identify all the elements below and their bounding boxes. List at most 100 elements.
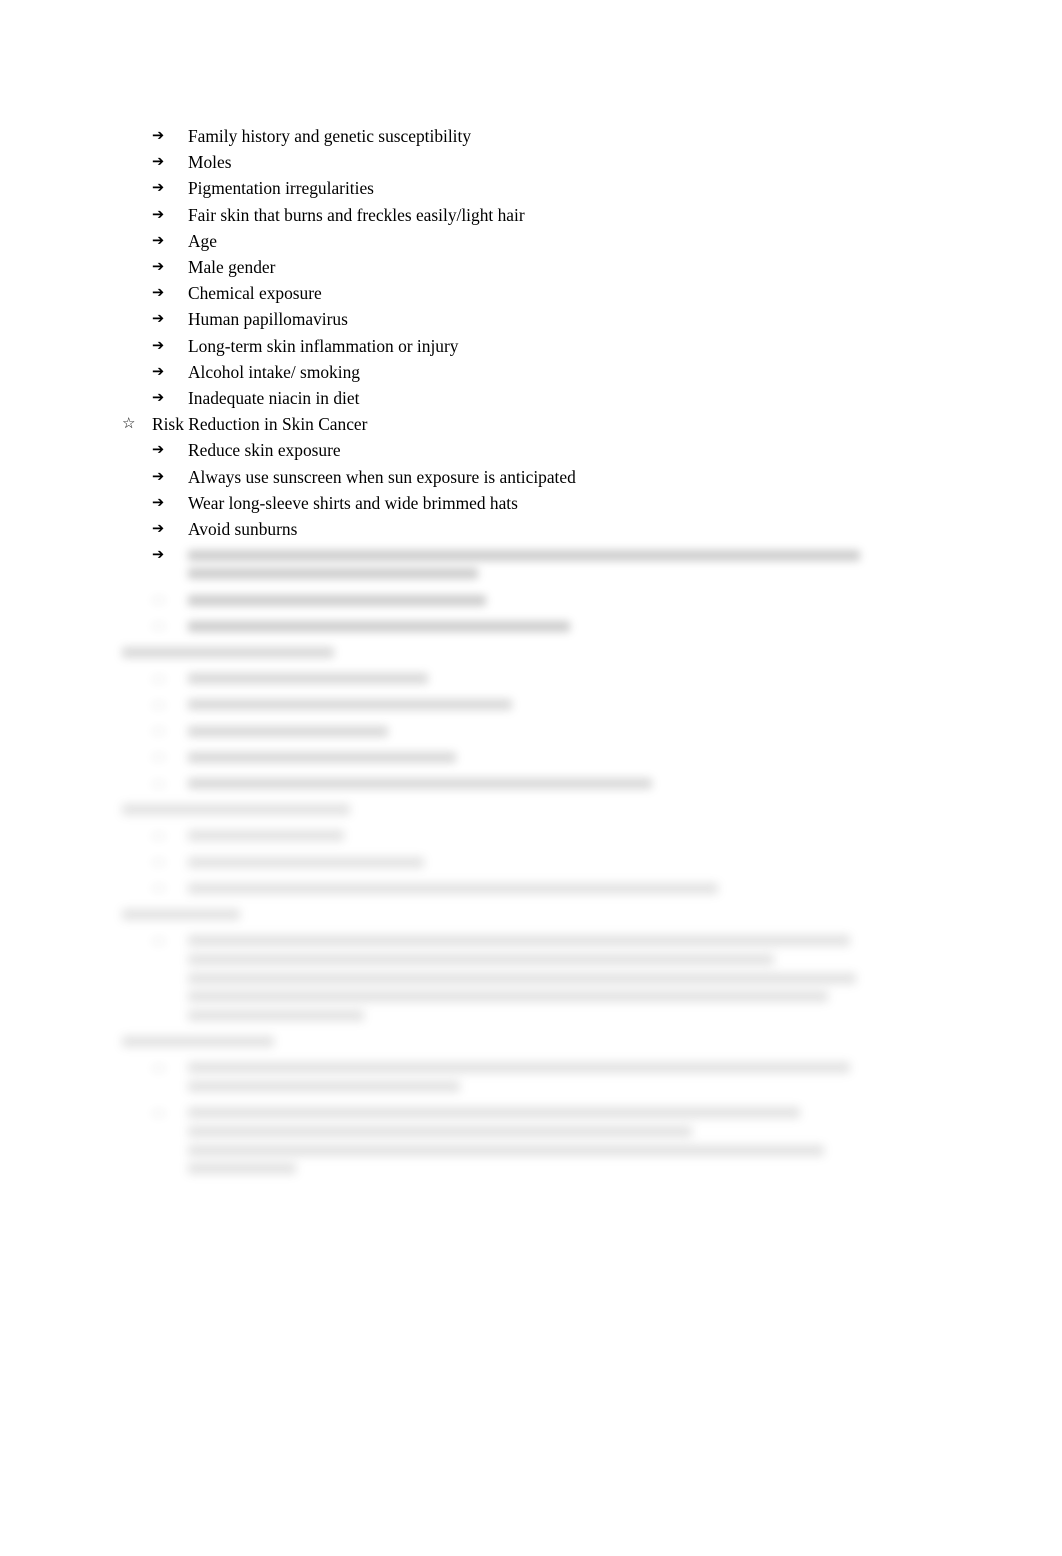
- redacted-text: [122, 804, 1062, 816]
- redacted-line: [188, 991, 828, 1003]
- redacted-text: [122, 647, 1062, 659]
- list-item: ➔ Fair skin that burns and freckles easi…: [0, 202, 1062, 228]
- redacted-line: [188, 673, 428, 685]
- risk-reduction-list: ➔ Reduce skin exposure ➔ Always use suns…: [0, 437, 1062, 542]
- redacted-line: [188, 1081, 460, 1093]
- list-item-label: Human papillomavirus: [188, 309, 348, 330]
- list-item-label: Inadequate niacin in diet: [188, 388, 360, 409]
- redacted-bullet-icon: ▭: [152, 696, 166, 713]
- redacted-line: [188, 1163, 296, 1175]
- redacted-line: [188, 751, 456, 763]
- list-item-label: Pigmentation irregularities: [188, 178, 374, 199]
- arrow-bullet-icon: ➔: [152, 259, 165, 276]
- redacted-bullet-icon: ▭: [152, 932, 166, 949]
- redacted-line: [188, 1062, 850, 1074]
- document-page: ➔ Family history and genetic susceptibil…: [0, 0, 1062, 1556]
- section-heading-risk-reduction: ☆ Risk Reduction in Skin Cancer: [0, 411, 1062, 437]
- redacted-bullet-icon: ▭: [152, 1104, 166, 1121]
- redacted-heading: [0, 1036, 1062, 1048]
- arrow-bullet-icon: ➔: [152, 547, 165, 564]
- redacted-bullet-icon: ▭: [152, 854, 166, 871]
- arrow-bullet-icon: ➔: [152, 285, 165, 302]
- redacted-text: [188, 1055, 1062, 1100]
- redacted-line: [188, 568, 478, 580]
- redacted-list-item: ▭: [0, 744, 1062, 770]
- list-item-label: Long-term skin inflammation or injury: [188, 335, 459, 356]
- redacted-text: [188, 823, 1062, 849]
- list-item: ➔ Male gender: [0, 254, 1062, 280]
- redacted-heading: [0, 804, 1062, 816]
- redacted-text: [188, 666, 1062, 692]
- redacted-line: [188, 882, 718, 894]
- redacted-list-item: ▭: [0, 928, 1062, 1029]
- arrow-bullet-icon: ➔: [152, 363, 165, 380]
- redacted-line: [122, 909, 240, 921]
- arrow-bullet-icon: ➔: [152, 494, 165, 511]
- redacted-text: [188, 1100, 1062, 1182]
- list-item: ➔ Alcohol intake/ smoking: [0, 359, 1062, 385]
- redacted-bullet-icon: ▭: [152, 880, 166, 897]
- redacted-text: [122, 1036, 1062, 1048]
- redacted-text: [188, 771, 1062, 797]
- redacted-list-item: ▭: [0, 587, 1062, 613]
- arrow-bullet-icon: ➔: [152, 468, 165, 485]
- redacted-text: [188, 928, 1062, 1029]
- list-item: ➔ Human papillomavirus: [0, 306, 1062, 332]
- arrow-bullet-icon: ➔: [152, 180, 165, 197]
- redacted-bullet-icon: ▭: [152, 775, 166, 792]
- list-item-label: Chemical exposure: [188, 283, 322, 304]
- redacted-list-item: ▭: [0, 692, 1062, 718]
- redacted-line: [188, 778, 652, 790]
- list-item-label: Fair skin that burns and freckles easily…: [188, 204, 525, 225]
- arrow-bullet-icon: ➔: [152, 521, 165, 538]
- arrow-bullet-icon: ➔: [152, 232, 165, 249]
- redacted-text: [188, 587, 1062, 613]
- arrow-bullet-icon: ➔: [152, 206, 165, 223]
- list-item: ➔ Moles: [0, 149, 1062, 175]
- redacted-line: [122, 804, 350, 816]
- arrow-bullet-icon: ➔: [152, 311, 165, 328]
- list-item-label: Family history and genetic susceptibilit…: [188, 126, 472, 146]
- arrow-bullet-icon: ➔: [152, 390, 165, 407]
- redacted-line: [188, 725, 388, 737]
- list-item-label: Avoid sunburns: [188, 519, 298, 540]
- redacted-text: [188, 542, 1062, 587]
- redacted-bullet-icon: ▭: [152, 827, 166, 844]
- list-item: ➔ Inadequate niacin in diet: [0, 385, 1062, 411]
- redacted-line: [188, 830, 344, 842]
- section-heading-label: Risk Reduction in Skin Cancer: [152, 414, 368, 435]
- redacted-bullet-icon: ▭: [152, 670, 166, 687]
- list-item: ➔ Age: [0, 228, 1062, 254]
- redacted-bullet-icon: ▭: [152, 723, 166, 740]
- list-item-label: Reduce skin exposure: [188, 440, 341, 461]
- redacted-text: [122, 909, 1062, 921]
- redacted-list-item: ▭: [0, 1055, 1062, 1100]
- redacted-text: [188, 613, 1062, 639]
- redacted-line: [122, 647, 334, 659]
- list-item: ➔ Long-term skin inflammation or injury: [0, 333, 1062, 359]
- redacted-list-item: ▭: [0, 666, 1062, 692]
- redacted-list-item: ▭: [0, 1100, 1062, 1182]
- list-item: ➔ Reduce skin exposure: [0, 437, 1062, 463]
- redacted-bullet-icon: ▭: [152, 1059, 166, 1076]
- redacted-list-item: ▭: [0, 875, 1062, 901]
- list-item: ➔ Chemical exposure: [0, 280, 1062, 306]
- redacted-line: [188, 972, 856, 984]
- redacted-bullet-icon: ▭: [152, 618, 166, 635]
- redacted-text: [188, 718, 1062, 744]
- redacted-line: [188, 594, 486, 606]
- star-bullet-icon: ☆: [122, 416, 136, 433]
- list-item-label: Moles: [188, 152, 232, 173]
- redacted-line: [188, 935, 850, 947]
- list-item-label: Male gender: [188, 257, 276, 278]
- list-item-label: Age: [188, 230, 217, 251]
- redacted-heading: [0, 909, 1062, 921]
- redacted-list-item: ▭: [0, 771, 1062, 797]
- list-item: ➔ Wear long-sleeve shirts and wide brimm…: [0, 490, 1062, 516]
- redacted-list-item: ▭: [0, 613, 1062, 639]
- arrow-bullet-icon: ➔: [152, 442, 165, 459]
- redacted-list-item: ▭: [0, 823, 1062, 849]
- list-item-label: Alcohol intake/ smoking: [188, 361, 360, 382]
- redacted-bullet-icon: ▭: [152, 592, 166, 609]
- redacted-heading: [0, 647, 1062, 659]
